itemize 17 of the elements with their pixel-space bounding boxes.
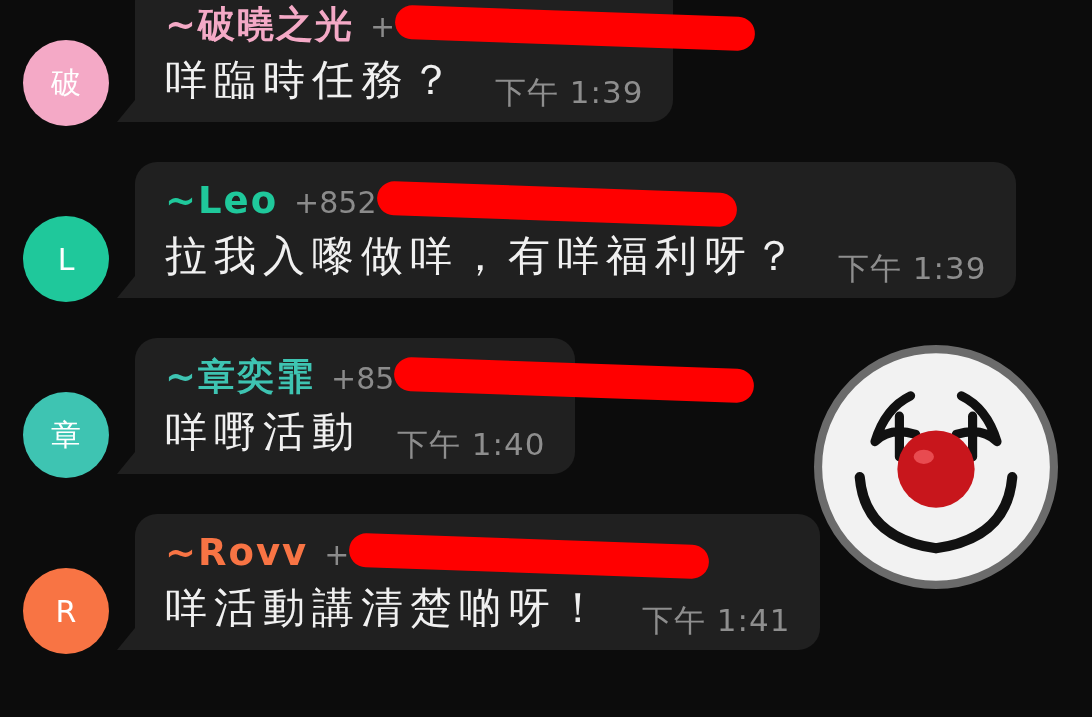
sender-name[interactable]: ~章奕霏	[165, 354, 315, 400]
sender-name[interactable]: ~Leo	[165, 178, 279, 224]
sender-name[interactable]: ~破曉之光	[165, 2, 354, 48]
phone-number: +	[370, 9, 396, 44]
phone-number: +	[324, 537, 350, 572]
phone-number: +85	[331, 361, 395, 396]
message-time: 下午 1:39	[495, 73, 644, 112]
message-time: 下午 1:39	[838, 249, 987, 288]
message-time: 下午 1:40	[397, 425, 546, 464]
clown-face-icon	[814, 345, 1058, 589]
phone-number: +852	[294, 185, 377, 220]
message-text: 咩嘢活動	[165, 406, 361, 458]
message-text: 拉我入嚟做咩，有咩福利呀？	[165, 230, 802, 282]
message-time: 下午 1:41	[642, 601, 791, 640]
sender-name[interactable]: ~Rovv	[165, 530, 309, 576]
message-text: 咩臨時任務？	[165, 54, 459, 106]
message-text: 咩活動講清楚啲呀！	[165, 582, 606, 634]
